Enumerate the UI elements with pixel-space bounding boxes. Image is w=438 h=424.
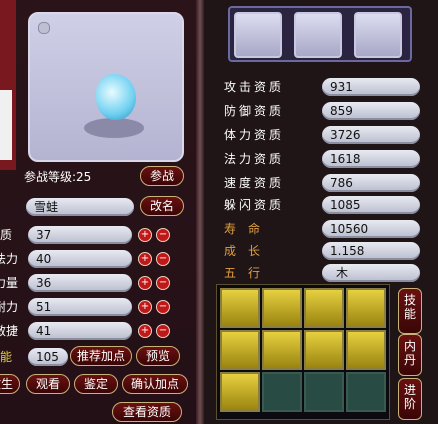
battle-button[interactable]: 参战 xyxy=(140,166,184,186)
attribute-value: 41 xyxy=(28,322,132,340)
pet-level-label: 参战等级:25 xyxy=(24,170,92,184)
confirm-points-button[interactable]: 确认加点 xyxy=(122,374,188,394)
panel-divider xyxy=(196,0,204,424)
increase-icon[interactable]: + xyxy=(138,228,152,242)
aptitude-value: 931 xyxy=(322,78,420,96)
pet-info-panel: 参战等级:25 参战 雪蛙 改名 体质 37 + − 法力 40 + − 力量 … xyxy=(0,0,196,424)
view-aptitude-button[interactable]: 查看资质 xyxy=(112,402,182,422)
armor-slot-icon[interactable] xyxy=(354,12,402,58)
helmet-slot-icon[interactable] xyxy=(234,12,282,58)
aptitude-value: 1085 xyxy=(322,196,420,214)
decrease-icon[interactable]: − xyxy=(156,276,170,290)
attribute-value: 36 xyxy=(28,274,132,292)
aptitude-label: 攻击资质 xyxy=(224,80,285,94)
increase-icon[interactable]: + xyxy=(138,300,152,314)
attribute-value: 40 xyxy=(28,250,132,268)
aptitude-label: 躲闪资质 xyxy=(224,198,285,212)
pet-name-field[interactable]: 雪蛙 xyxy=(26,198,134,216)
potential-label: 潜能 xyxy=(0,350,13,364)
attribute-label: 耐力 xyxy=(0,300,19,314)
aptitude-value: 859 xyxy=(322,102,420,120)
tab-inner-core[interactable]: 内丹 xyxy=(398,334,422,376)
watch-button[interactable]: 观看 xyxy=(26,374,70,394)
growth-label: 成 长 xyxy=(224,244,261,258)
attribute-value: 37 xyxy=(28,226,132,244)
gear-sun-icon[interactable] xyxy=(304,288,344,328)
hourglass-icon[interactable] xyxy=(220,288,260,328)
attribute-label: 敏捷 xyxy=(0,324,19,338)
aptitude-value: 3726 xyxy=(322,126,420,144)
aptitude-value: 786 xyxy=(322,174,420,192)
attribute-label: 力量 xyxy=(0,276,19,290)
attribute-label: 法力 xyxy=(0,252,19,266)
release-button[interactable]: 放生 xyxy=(0,374,20,394)
aptitude-label: 防御资质 xyxy=(224,104,285,118)
element-label: 五 行 xyxy=(224,266,261,280)
decrease-icon[interactable]: − xyxy=(156,228,170,242)
flame-icon[interactable] xyxy=(346,288,386,328)
claw-icon[interactable] xyxy=(220,372,260,412)
empty-slot-icon xyxy=(262,372,302,412)
tab-advance-label: 进阶 xyxy=(403,383,416,411)
decrease-icon[interactable]: − xyxy=(156,300,170,314)
pet-preview xyxy=(28,12,184,162)
owl-icon[interactable] xyxy=(304,330,344,370)
tab-advance[interactable]: 进阶 xyxy=(398,378,422,420)
recommend-points-button[interactable]: 推荐加点 xyxy=(70,346,132,366)
meteor-icon[interactable] xyxy=(262,288,302,328)
preview-button[interactable]: 预览 xyxy=(136,346,180,366)
pet-sprite-icon xyxy=(96,74,136,120)
lifespan-value: 10560 xyxy=(322,220,420,238)
increase-icon[interactable]: + xyxy=(138,276,152,290)
bird-icon[interactable] xyxy=(262,330,302,370)
empty-slot-icon xyxy=(346,372,386,412)
aptitude-label: 法力资质 xyxy=(224,152,285,166)
increase-icon[interactable]: + xyxy=(138,324,152,338)
element-value: 木 xyxy=(322,264,420,282)
preview-circle-icon xyxy=(38,22,50,34)
lifespan-label: 寿 命 xyxy=(224,222,261,236)
rename-button[interactable]: 改名 xyxy=(140,196,184,216)
potential-value: 105 xyxy=(28,348,68,366)
identify-button[interactable]: 鉴定 xyxy=(74,374,118,394)
aptitude-label: 体力资质 xyxy=(224,128,285,142)
growth-value: 1.158 xyxy=(322,242,420,260)
attribute-value: 51 xyxy=(28,298,132,316)
decrease-icon[interactable]: − xyxy=(156,252,170,266)
left-edge-white xyxy=(0,90,12,160)
attribute-label: 体质 xyxy=(0,228,13,242)
increase-icon[interactable]: + xyxy=(138,252,152,266)
pet-shadow xyxy=(84,118,144,138)
necklace-slot-icon[interactable] xyxy=(294,12,342,58)
eye-icon[interactable] xyxy=(220,330,260,370)
decrease-icon[interactable]: − xyxy=(156,324,170,338)
aptitude-value: 1618 xyxy=(322,150,420,168)
tab-skills-label: 技能 xyxy=(403,293,416,321)
tab-inner-core-label: 内丹 xyxy=(403,339,416,367)
figure-icon[interactable] xyxy=(346,330,386,370)
aptitude-label: 速度资质 xyxy=(224,176,285,190)
tab-skills[interactable]: 技能 xyxy=(398,288,422,334)
empty-slot-icon xyxy=(304,372,344,412)
